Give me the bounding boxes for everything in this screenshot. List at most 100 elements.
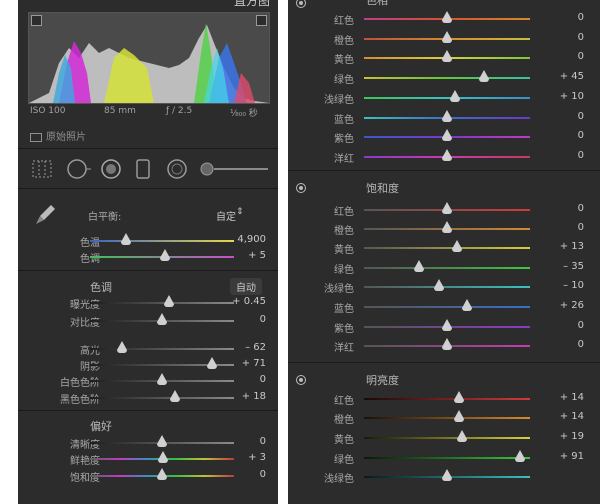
sat-green-slider-thumb[interactable] [413,260,424,272]
sat-green-slider-track[interactable] [364,267,530,269]
divider [288,362,600,363]
exposure-value: + 0.45 [232,296,266,307]
lum-orange-slider-track[interactable] [364,417,530,419]
hue-orange-label: 橙色 [334,36,354,47]
lum-green-slider-thumb[interactable] [515,450,526,462]
luminance-target-adjust-icon[interactable] [296,375,306,385]
lum-green-label: 绿色 [334,455,354,466]
hue-purple-slider-thumb[interactable] [442,129,452,141]
red-eye-icon[interactable] [100,158,122,180]
lum-green-slider-track[interactable] [364,457,530,459]
sat-aqua-label: 浅绿色 [324,284,354,295]
divider [288,170,600,171]
white-balance-value[interactable]: 自定 [196,208,236,223]
sat-purple-value: 0 [577,320,584,331]
hue-red-slider-thumb[interactable] [442,11,452,23]
sat-yellow-slider-thumb[interactable] [451,240,462,252]
auto-tone-button[interactable]: 自动 [230,278,262,295]
sat-yellow-slider-track[interactable] [364,247,530,249]
sat-aqua-slider-thumb[interactable] [433,279,444,291]
hue-green-slider-track[interactable] [364,77,530,79]
blacks-slider-thumb[interactable] [169,390,180,402]
spot-removal-icon[interactable] [66,158,92,180]
exif-iso: ISO 100 [30,106,66,116]
sat-yellow-label: 黄色 [334,245,354,256]
highlight-clipping-icon[interactable] [256,15,267,26]
shadows-value: + 71 [241,358,266,369]
contrast-slider-thumb[interactable] [157,313,167,325]
hue-aqua-slider-thumb[interactable] [450,90,461,102]
lum-orange-value: + 14 [559,411,584,422]
temperature-slider-track[interactable] [90,240,234,242]
divider [18,270,278,271]
hue-target-adjust-icon[interactable] [296,0,306,8]
sat-magenta-label: 洋红 [334,343,354,354]
sat-blue-slider-thumb[interactable] [461,299,472,311]
wb-dropdown-icon[interactable]: ⇕ [236,207,246,217]
exif-focal: 85 mm [104,106,136,116]
hue-green-value: + 45 [559,71,584,82]
saturation-slider-thumb[interactable] [157,468,167,480]
sat-orange-label: 橙色 [334,226,354,237]
temperature-value: 4,900 [237,234,266,245]
divider [18,148,278,149]
temperature-slider-thumb[interactable] [121,233,131,245]
sat-red-value: 0 [577,203,584,214]
hue-blue-slider-thumb[interactable] [442,110,452,122]
exposure-slider-thumb[interactable] [164,295,175,307]
sat-purple-slider-thumb[interactable] [442,319,452,331]
presence-title: 偏好 [90,420,112,433]
lum-orange-slider-thumb[interactable] [453,410,464,422]
checkbox-icon[interactable] [30,132,42,142]
shadows-slider-thumb[interactable] [207,357,218,369]
eyedropper-icon[interactable] [32,202,58,228]
lum-yellow-slider-thumb[interactable] [456,430,467,442]
lum-red-label: 红色 [334,396,354,407]
hue-blue-label: 蓝色 [334,115,354,126]
graduated-filter-icon[interactable] [136,158,150,180]
histogram-title: 直方图 [233,0,270,8]
lum-yellow-label: 黄色 [334,435,354,446]
original-photo-toggle[interactable]: 原始照片 [30,128,86,143]
blacks-slider-track[interactable] [90,397,234,399]
hue-yellow-slider-thumb[interactable] [442,50,452,62]
tone-title: 色调 [90,281,112,294]
whites-slider-thumb[interactable] [157,373,167,385]
lum-red-slider-track[interactable] [364,398,530,400]
exposure-slider-track[interactable] [90,302,234,304]
lum-yellow-slider-track[interactable] [364,437,530,439]
hue-yellow-value: 0 [577,51,584,62]
highlights-slider-thumb[interactable] [116,341,127,353]
highlights-slider-track[interactable] [90,348,234,350]
saturation-value: 0 [259,469,266,480]
contrast-value: 0 [259,314,266,325]
sat-aqua-slider-track[interactable] [364,286,530,288]
crop-grid-icon[interactable] [32,160,52,178]
tint-slider-thumb[interactable] [159,249,170,261]
hue-aqua-label: 浅绿色 [324,95,354,106]
sat-orange-slider-thumb[interactable] [442,221,452,233]
lum-red-slider-thumb[interactable] [453,391,464,403]
divider [18,188,278,189]
saturation-target-adjust-icon[interactable] [296,183,306,193]
sat-magenta-slider-thumb[interactable] [442,338,452,350]
highlights-value: – 62 [245,342,266,353]
hue-green-slider-thumb[interactable] [478,70,489,82]
lum-green-value: + 91 [559,451,584,462]
vibrance-slider-thumb[interactable] [158,451,169,463]
hue-magenta-slider-thumb[interactable] [442,149,452,161]
hue-aqua-slider-track[interactable] [364,97,530,99]
hue-orange-slider-thumb[interactable] [442,31,452,43]
lum-red-value: + 14 [559,392,584,403]
clarity-slider-thumb[interactable] [157,435,167,447]
lum-aqua-slider-thumb[interactable] [442,469,452,481]
sat-red-slider-thumb[interactable] [442,202,452,214]
shadow-clipping-icon[interactable] [31,15,42,26]
radial-filter-icon[interactable] [166,158,188,180]
hue-title: 色相 [366,0,388,7]
luminance-title: 明亮度 [366,374,399,387]
adjustment-brush-icon[interactable] [200,162,270,176]
hue-magenta-label: 洋红 [334,154,354,165]
sat-blue-slider-track[interactable] [364,306,530,308]
histogram-graph [29,13,269,103]
